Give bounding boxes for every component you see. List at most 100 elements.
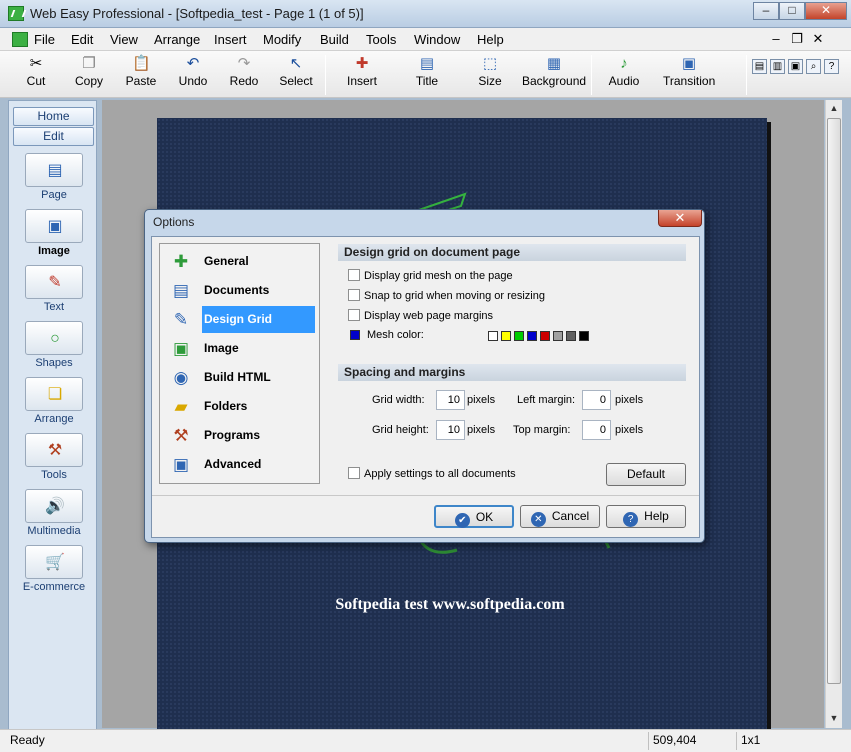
sidebar-item-tools[interactable]: ⚒ Tools bbox=[17, 433, 91, 481]
tab-edit[interactable]: Edit bbox=[13, 127, 94, 146]
color-swatch-white[interactable] bbox=[488, 331, 498, 341]
color-swatch-yellow[interactable] bbox=[501, 331, 511, 341]
redo-button[interactable]: ↷ Redo bbox=[227, 55, 261, 95]
top-margin-field[interactable]: 0 bbox=[582, 420, 611, 440]
apply-all-checkbox[interactable]: Apply settings to all documents bbox=[348, 467, 516, 481]
default-button[interactable]: Default bbox=[606, 463, 686, 486]
sidebar-item-e-commerce[interactable]: 🛒 E-commerce bbox=[17, 545, 91, 593]
nav-item-advanced[interactable]: ▣ Advanced bbox=[162, 451, 317, 478]
color-swatch-green[interactable] bbox=[514, 331, 524, 341]
nav-item-folders[interactable]: ▰ Folders bbox=[162, 393, 317, 420]
sidebar-item-multimedia[interactable]: 🔊 Multimedia bbox=[17, 489, 91, 537]
checkbox-box[interactable] bbox=[348, 289, 360, 301]
sidebar-item-image[interactable]: ▣ Image bbox=[17, 209, 91, 257]
section-heading-spacing: Spacing and margins bbox=[338, 364, 686, 381]
menu-view[interactable]: View bbox=[110, 32, 138, 47]
mesh-color-palette[interactable] bbox=[488, 331, 602, 343]
mdi-minimize-button[interactable]: – bbox=[768, 31, 784, 46]
left-margin-label: Left margin: bbox=[517, 394, 576, 406]
help-icon[interactable]: ? bbox=[824, 59, 839, 74]
sidebar-item-shapes[interactable]: ○ Shapes bbox=[17, 321, 91, 369]
menu-help[interactable]: Help bbox=[477, 32, 504, 47]
nav-item-design-grid[interactable]: ✎ Design Grid bbox=[162, 306, 317, 333]
tools-icon: ⚒ bbox=[47, 442, 63, 459]
menu-file[interactable]: File bbox=[34, 32, 55, 47]
nav-item-image[interactable]: ▣ Image bbox=[162, 335, 317, 362]
options-nav: ✚ General ▤ Documents ✎ Design Grid ▣ Image … bbox=[159, 243, 320, 484]
nav-item-programs[interactable]: ⚒ Programs bbox=[162, 422, 317, 449]
transition-button[interactable]: ▣ Transition bbox=[663, 55, 715, 95]
undo-icon: ↶ bbox=[186, 55, 200, 72]
paste-icon: 📋 bbox=[132, 55, 151, 72]
menu-window[interactable]: Window bbox=[414, 32, 460, 47]
copy-icon: ❐ bbox=[82, 55, 96, 72]
size-button[interactable]: ⬚ Size bbox=[475, 55, 505, 95]
paste-button[interactable]: 📋 Paste bbox=[124, 55, 158, 95]
scroll-up-icon[interactable]: ▲ bbox=[826, 100, 842, 116]
undo-button[interactable]: ↶ Undo bbox=[176, 55, 210, 95]
color-swatch-black[interactable] bbox=[579, 331, 589, 341]
page-caption[interactable]: Softpedia test www.softpedia.com bbox=[157, 596, 743, 614]
color-swatch-dark-gray[interactable] bbox=[566, 331, 576, 341]
select-button[interactable]: ↖ Select bbox=[278, 55, 314, 95]
audio-button[interactable]: ♪ Audio bbox=[607, 55, 641, 95]
menu-build[interactable]: Build bbox=[320, 32, 349, 47]
nav-item-build-html[interactable]: ◉ Build HTML bbox=[162, 364, 317, 391]
grid-width-field[interactable]: 10 bbox=[436, 390, 465, 410]
menu-tools[interactable]: Tools bbox=[366, 32, 396, 47]
title-button[interactable]: ▤ Title bbox=[411, 55, 443, 95]
checkbox-box[interactable] bbox=[348, 467, 360, 479]
image-icon: ▣ bbox=[47, 218, 63, 235]
menu-modify[interactable]: Modify bbox=[263, 32, 301, 47]
vertical-scrollbar[interactable]: ▲ ▼ bbox=[825, 100, 842, 728]
menu-edit[interactable]: Edit bbox=[71, 32, 93, 47]
sidebar-item-text[interactable]: ✎ Text bbox=[17, 265, 91, 313]
minimize-button[interactable]: – bbox=[753, 2, 779, 20]
sidebar-item-page[interactable]: ▤ Page bbox=[17, 153, 91, 201]
color-swatch-red[interactable] bbox=[540, 331, 550, 341]
menu-arrange[interactable]: Arrange bbox=[154, 32, 200, 47]
sidebar: Home Edit ▤ Page ▣ Image ✎ Text ○ Shapes… bbox=[8, 100, 97, 730]
title-icon: ▤ bbox=[419, 55, 435, 72]
size-icon: ⬚ bbox=[482, 55, 498, 72]
snap-to-grid-checkbox[interactable]: Snap to grid when moving or resizing bbox=[348, 289, 545, 303]
dialog-body: ✚ General ▤ Documents ✎ Design Grid ▣ Image … bbox=[151, 236, 700, 538]
ok-button[interactable]: ✔ OK bbox=[434, 505, 514, 528]
sidebar-item-arrange[interactable]: ❏ Arrange bbox=[17, 377, 91, 425]
cut-button[interactable]: ✂ Cut bbox=[20, 55, 52, 95]
page-icon: ▤ bbox=[47, 162, 63, 179]
grid-width-unit: pixels bbox=[467, 394, 496, 406]
checkbox-box[interactable] bbox=[348, 269, 360, 281]
display-grid-mesh-checkbox[interactable]: Display grid mesh on the page bbox=[348, 269, 513, 283]
mdi-restore-button[interactable]: ❐ bbox=[789, 31, 805, 47]
checkbox-box[interactable] bbox=[348, 309, 360, 321]
zoom-icon[interactable]: ⌕ bbox=[806, 59, 821, 74]
page-add-icon[interactable]: ▤ bbox=[752, 59, 767, 74]
tab-home[interactable]: Home bbox=[13, 107, 94, 126]
scrollbar-thumb[interactable] bbox=[827, 118, 841, 684]
help-button[interactable]: ? Help bbox=[606, 505, 686, 528]
import-icon[interactable]: ▣ bbox=[788, 59, 803, 74]
close-button[interactable]: ✕ bbox=[805, 2, 847, 20]
grid-width-label: Grid width: bbox=[372, 394, 425, 406]
document-icon[interactable] bbox=[12, 32, 28, 47]
color-swatch-blue[interactable] bbox=[527, 331, 537, 341]
left-margin-field[interactable]: 0 bbox=[582, 390, 611, 410]
grid-height-field[interactable]: 10 bbox=[436, 420, 465, 440]
color-swatch-light-gray[interactable] bbox=[553, 331, 563, 341]
maximize-button[interactable]: □ bbox=[779, 2, 805, 20]
insert-button[interactable]: ✚ Insert bbox=[344, 55, 380, 95]
background-button[interactable]: ▦ Background bbox=[522, 55, 586, 95]
nav-item-documents[interactable]: ▤ Documents bbox=[162, 277, 317, 304]
cancel-icon: ✕ bbox=[530, 512, 546, 527]
cancel-button[interactable]: ✕ Cancel bbox=[520, 505, 600, 528]
dialog-close-button[interactable]: ✕ bbox=[658, 210, 702, 227]
dialog-title: Options bbox=[153, 215, 195, 229]
book-icon[interactable]: ▥ bbox=[770, 59, 785, 74]
nav-item-general[interactable]: ✚ General bbox=[162, 248, 317, 275]
mdi-close-button[interactable]: ✕ bbox=[810, 31, 826, 47]
display-margins-checkbox[interactable]: Display web page margins bbox=[348, 309, 493, 323]
menu-insert[interactable]: Insert bbox=[214, 32, 247, 47]
copy-button[interactable]: ❐ Copy bbox=[72, 55, 106, 95]
scroll-down-icon[interactable]: ▼ bbox=[826, 710, 842, 726]
